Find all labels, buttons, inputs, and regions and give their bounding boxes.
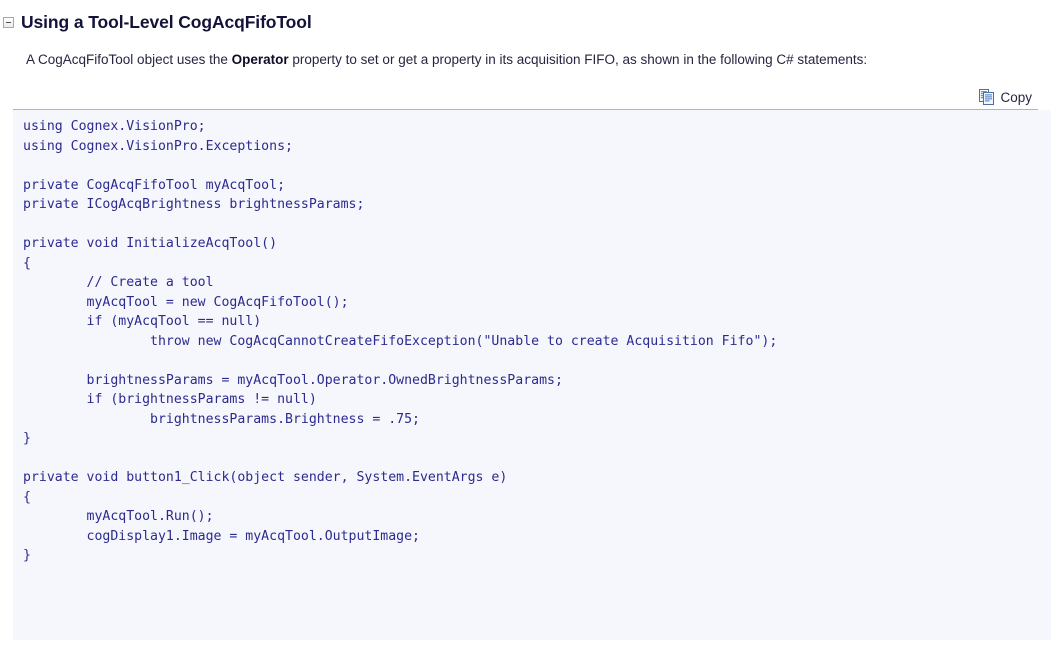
operator-property-emphasis: Operator — [231, 52, 289, 67]
intro-paragraph: A CogAcqFifoTool object uses the Operato… — [26, 51, 1026, 69]
documentation-page: Using a Tool-Level CogAcqFifoTool A CogA… — [0, 0, 1051, 640]
code-toolbar: Copy — [13, 87, 1038, 110]
copy-button-label: Copy — [1000, 89, 1032, 105]
code-sample-block[interactable]: using Cognex.VisionPro; using Cognex.Vis… — [13, 110, 1051, 640]
code-sample-text: using Cognex.VisionPro; using Cognex.Vis… — [23, 119, 778, 563]
section-heading[interactable]: Using a Tool-Level CogAcqFifoTool — [0, 0, 1051, 35]
page-title: Using a Tool-Level CogAcqFifoTool — [21, 11, 312, 32]
intro-text-before-bold: A CogAcqFifoTool object uses the — [26, 52, 232, 67]
copy-button[interactable]: Copy — [979, 89, 1038, 105]
minus-square-icon[interactable] — [3, 16, 14, 28]
copy-pages-icon — [979, 89, 995, 105]
intro-text-after-bold: property to set or get a property in its… — [288, 52, 868, 67]
